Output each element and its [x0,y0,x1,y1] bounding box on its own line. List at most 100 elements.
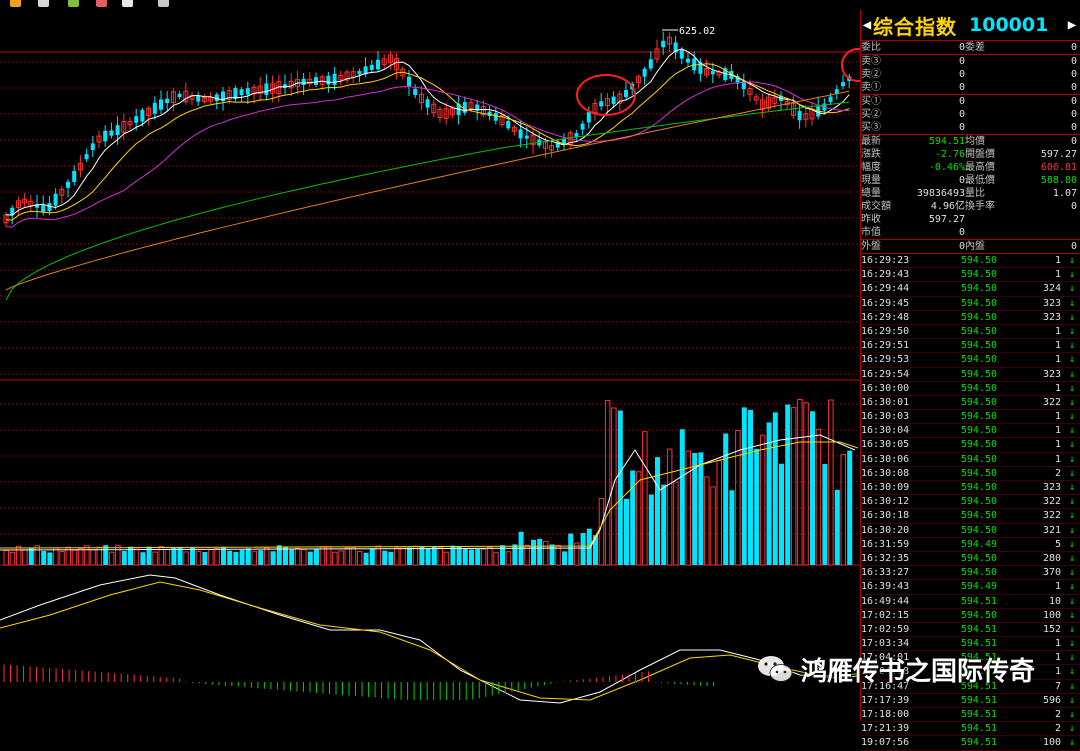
volume-bar [3,549,9,566]
tick-row[interactable]: 17:02:15 594.50 100 ↓ [861,609,1080,623]
quote-row: 最新 594.51 均價 0 [861,135,1080,148]
tick-row[interactable]: 16:29:43 594.50 1 ↓ [861,268,1080,283]
tick-time: 16:30:09 [861,482,910,493]
quote-value-2: 606.81 [1040,162,1077,173]
next-arrow-icon[interactable]: ▶ [1066,17,1078,33]
tick-row[interactable]: 16:30:18 594.50 322 ↓ [861,509,1080,524]
ma10-line [5,63,850,221]
volume-bar [263,547,270,566]
tick-row[interactable]: 16:31:59 594.49 5 ↓ [861,538,1080,552]
down-arrow-icon: ↓ [1068,737,1075,749]
tick-row[interactable]: 16:29:23 594.50 1 ↓ [861,254,1080,269]
tick-time: 16:29:23 [861,255,910,266]
volume-bar [723,433,729,565]
tick-row[interactable]: 16:29:44 594.50 324 ↓ [861,282,1080,297]
quote-value: 4.96亿 [930,201,965,212]
volume-bar [47,552,53,565]
tick-volume: 322 [1042,496,1061,508]
candle-body [103,130,108,142]
tick-time: 16:31:59 [861,538,910,550]
tick-time: 16:29:45 [861,297,910,309]
sell-volume: 0 [1070,69,1077,80]
tick-price: 594.51 [960,709,997,720]
volume-bar [190,547,195,565]
tick-time: 16:30:00 [861,382,910,394]
volume-bar [655,457,660,565]
tick-time: 17:02:15 [861,609,910,621]
volume-bar [803,402,809,566]
kline-chart[interactable]: 625.02 [0,10,860,721]
tick-row[interactable]: 16:30:03 594.50 1 ↓ [861,410,1080,425]
tick-row[interactable]: 16:29:51 594.50 1 ↓ [861,339,1080,354]
volume-bar [239,549,245,565]
volume-bar [469,549,474,565]
candle-body [425,99,430,108]
quote-row: 漲跌 -2.76 開盤價 597.27 [861,148,1080,161]
volume-bar [90,549,96,566]
tick-row[interactable]: 17:02:59 594.51 152 ↓ [861,623,1080,638]
gear-icon[interactable] [158,0,169,7]
tick-row[interactable]: 16:29:50 594.50 1 ↓ [861,325,1080,340]
prev-arrow-icon[interactable]: ◀ [861,17,873,33]
index-name: 综合指数 [873,14,957,39]
tick-volume: 1 [1054,425,1061,437]
tick-row[interactable]: 16:29:53 594.50 1 ↓ [861,353,1080,368]
file-icon[interactable] [38,0,49,7]
volume-bar [227,550,233,565]
candle-body [686,58,690,63]
highlighter-icon[interactable] [96,0,107,7]
volume-bar [679,429,685,565]
quote-value-2: 0 [1070,201,1077,212]
tick-row[interactable]: 16:33:27 594.50 370 ↓ [861,566,1080,581]
watermark-text: 鸿雁传书之国际传奇 [801,656,1036,687]
volume-bar [480,548,487,566]
tick-time: 16:29:51 [861,340,910,352]
candle-body [314,77,318,85]
pen-icon[interactable] [68,0,79,7]
tick-row[interactable]: 16:30:01 594.50 322 ↓ [861,396,1080,411]
tick-row[interactable]: 17:17:39 594.51 596 ↓ [861,694,1080,708]
buy-price: 0 [958,109,965,120]
candle-body [797,110,802,121]
volume-bar [568,533,574,565]
tick-row[interactable]: 16:29:48 594.50 323 ↓ [861,311,1080,325]
quote-panel: ◀ 综合指数 100001 ▶ 委比 0 委差 0 卖③ 0 0 卖② 0 0 卖① 0 0 买① 0 0… [860,10,1080,751]
tick-row[interactable]: 17:18:00 594.51 2 ↓ [861,708,1080,723]
tick-row[interactable]: 16:30:12 594.50 322 ↓ [861,495,1080,510]
candle-body [264,83,269,96]
down-arrow-icon: ↓ [1068,382,1075,394]
tick-row[interactable]: 16:30:20 594.50 321 ↓ [861,524,1080,538]
tick-volume: 1 [1054,382,1061,394]
tick-row[interactable]: 16:30:05 594.50 1 ↓ [861,438,1080,453]
tick-row[interactable]: 16:29:54 594.50 323 ↓ [861,368,1080,382]
tick-row[interactable]: 17:21:39 594.51 2 ↓ [861,722,1080,737]
tick-price: 594.49 [960,581,997,593]
tick-row[interactable]: 16:30:00 594.50 1 ↓ [861,382,1080,396]
order-diff-label: 委差 [965,42,985,53]
tick-row[interactable]: 16:49:44 594.51 10 ↓ [861,595,1080,609]
volume-bar [419,546,425,565]
quote-value: 597.27 [928,214,965,225]
tick-row[interactable]: 16:30:04 594.50 1 ↓ [861,424,1080,439]
tick-row[interactable]: 16:30:08 594.50 2 ↓ [861,467,1080,481]
volume-bar [152,551,158,566]
quote-value: -0.46% [928,162,965,173]
tick-row[interactable]: 16:30:09 594.50 323 ↓ [861,481,1080,496]
buy-row: 买② 0 0 [861,108,1080,121]
tick-volume: 1 [1054,581,1061,593]
buy-price: 0 [958,122,965,133]
tick-row[interactable]: 16:30:06 594.50 1 ↓ [861,453,1080,467]
tick-row[interactable]: 16:39:43 594.49 1 ↓ [861,580,1080,595]
tick-time: 16:30:20 [861,524,910,536]
alert-icon[interactable] [10,0,21,7]
tick-row[interactable]: 19:07:56 594.51 100 ↓ [861,736,1080,751]
quote-row: 市值 0 [861,226,1080,239]
candle-body [369,64,374,70]
candle-body [53,193,58,206]
quote-label: 市值 [861,227,881,238]
tick-row[interactable]: 16:29:45 594.50 323 ↓ [861,297,1080,311]
tick-row[interactable]: 16:32:35 594.50 280 ↓ [861,552,1080,567]
volume-bar [270,551,276,565]
kline-chart-area[interactable]: 625.02 [0,10,860,721]
edit-icon[interactable] [122,0,133,7]
